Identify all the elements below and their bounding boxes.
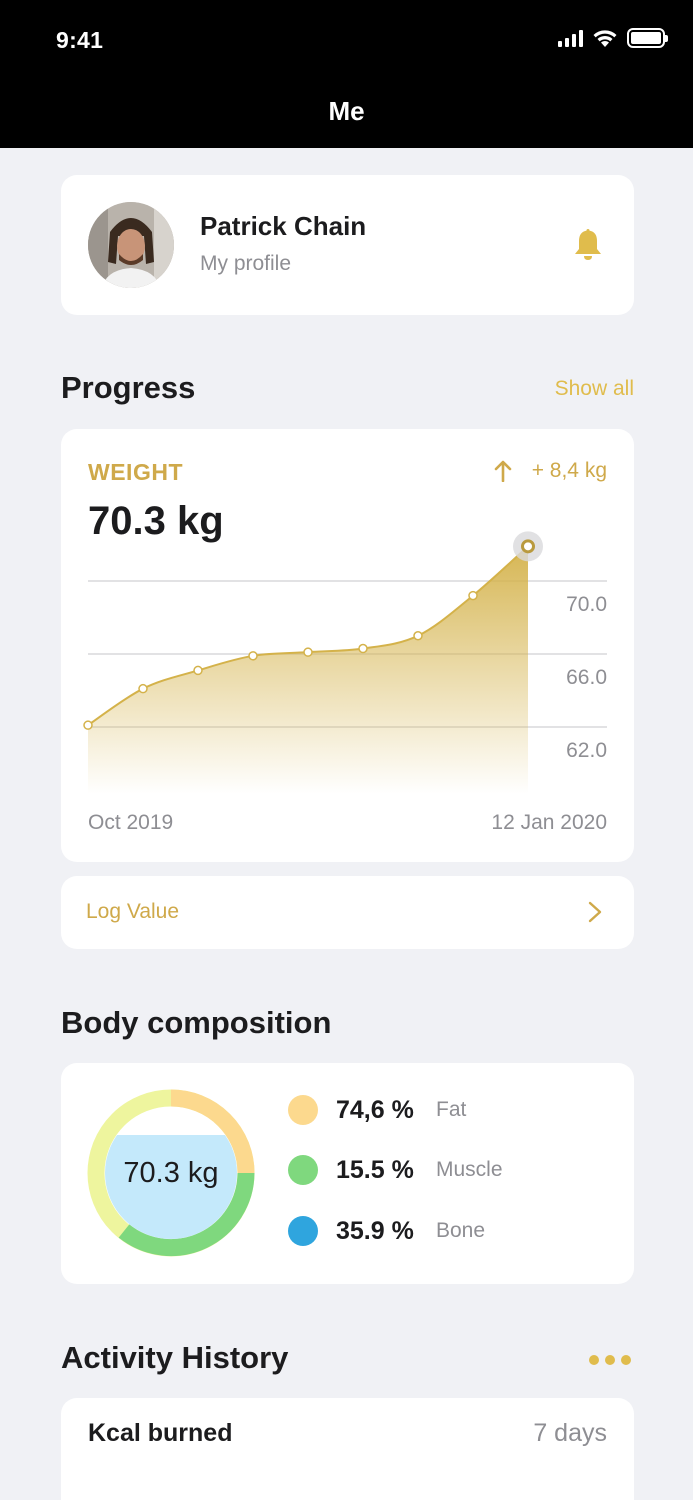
weight-value: 70.3 kg [88, 499, 224, 543]
status-time: 9:41 [56, 27, 104, 53]
log-value-button[interactable]: Log Value [61, 876, 634, 949]
top-bar: 9:41 Me [0, 0, 693, 148]
muscle-percent: 15.5 % [336, 1155, 414, 1184]
more-options-icon[interactable] [589, 1355, 631, 1365]
latest-data-point [521, 539, 535, 554]
cellular-signal-icon [558, 29, 583, 47]
weight-change-value: + 8,4 kg [531, 459, 607, 482]
muscle-dot [288, 1155, 318, 1185]
activity-history-title: Activity History [61, 1340, 289, 1375]
data-point [303, 647, 313, 657]
bell-icon[interactable] [572, 227, 604, 263]
page-title: Me [328, 96, 365, 126]
data-point [413, 631, 423, 641]
weight-card[interactable]: 70.0 66.0 62.0 WEIGHT + 8,4 kg 70.3 kg Oct… [61, 429, 634, 862]
legend-bone: 35.9 % Bone [288, 1216, 485, 1246]
y-tick-label: 70.0 [566, 593, 607, 616]
show-all-link[interactable]: Show all [555, 377, 634, 401]
kcal-burned-title: Kcal burned [88, 1419, 233, 1447]
fat-percent: 74,6 % [336, 1095, 414, 1124]
x-end-label: 12 Jan 2020 [491, 811, 607, 834]
weight-change: + 8,4 kg [494, 459, 607, 483]
data-point [358, 643, 368, 654]
arrow-up-icon [494, 460, 511, 482]
weight-area [88, 546, 528, 794]
activity-card[interactable]: Kcal burned 7 days [61, 1398, 634, 1500]
legend-fat: 74,6 % Fat [288, 1095, 466, 1125]
y-tick-label: 66.0 [566, 666, 607, 689]
data-point [248, 651, 258, 661]
muscle-label: Muscle [436, 1158, 503, 1181]
bone-percent: 35.9 % [336, 1216, 414, 1245]
battery-icon [627, 28, 668, 48]
weight-chart: 70.0 66.0 62.0 [83, 531, 607, 794]
activity-range[interactable]: 7 days [533, 1419, 607, 1448]
avatar[interactable] [88, 202, 174, 288]
legend-muscle: 15.5 % Muscle [288, 1155, 503, 1185]
data-point [138, 683, 148, 694]
body-composition-center-value: 70.3 kg [123, 1156, 219, 1189]
fat-dot [288, 1095, 318, 1125]
profile-card[interactable]: Patrick Chain My profile [61, 175, 634, 315]
data-point [193, 665, 203, 676]
body-composition-card[interactable]: 70.3 kg 74,6 % Fat 15.5 % Muscle 35.9 % … [61, 1063, 634, 1284]
bone-label: Bone [436, 1219, 486, 1242]
weight-label: WEIGHT [88, 459, 183, 485]
status-icons [558, 28, 668, 48]
progress-title: Progress [61, 370, 196, 405]
body-composition-title: Body composition [61, 1005, 332, 1040]
fat-label: Fat [436, 1098, 467, 1121]
data-point [468, 590, 478, 601]
data-point [83, 720, 93, 730]
chevron-right-icon [588, 901, 602, 923]
wifi-icon [593, 29, 617, 47]
x-start-label: Oct 2019 [88, 811, 174, 834]
y-tick-label: 62.0 [566, 739, 607, 762]
bone-dot [288, 1216, 318, 1246]
profile-subtitle: My profile [200, 252, 292, 275]
profile-name: Patrick Chain [200, 211, 367, 241]
log-value-label: Log Value [86, 900, 180, 923]
